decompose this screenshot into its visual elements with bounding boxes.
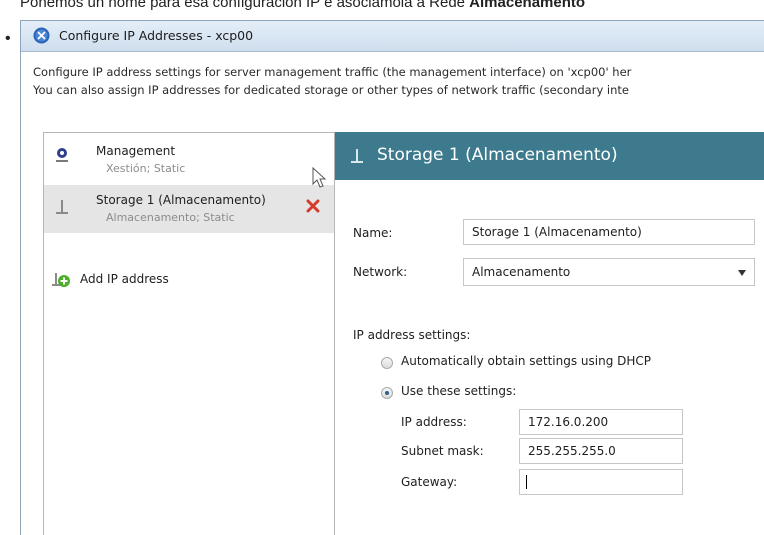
secondary-interface-icon [351,149,363,163]
interface-item-management[interactable]: Management Xestión; Static [44,137,334,185]
chevron-down-icon [738,270,746,276]
mouse-cursor-icon [312,167,327,188]
list-bullet: • [5,30,11,47]
add-ip-address-label: Add IP address [80,272,169,286]
dhcp-radio-label[interactable]: Automatically obtain settings using DHCP [401,354,651,368]
description-line-1: Configure IP address settings for server… [33,65,632,79]
detail-header: Storage 1 (Almacenamento) [335,132,764,180]
interface-list: Management Xestión; Static Storage 1 (Al… [43,132,335,535]
interface-name: Storage 1 (Almacenamento) [96,193,266,207]
app-icon [33,27,50,44]
interface-name: Management [96,144,176,158]
caption-text: Poñemos un nome para esa configuración I… [20,0,470,11]
dialog-title: Configure IP Addresses - xcp00 [59,28,254,43]
ip-address-label: IP address: [401,415,467,429]
gateway-label: Gateway: [401,475,458,489]
text-caret [526,475,527,489]
name-field[interactable]: Storage 1 (Almacenamento) [463,219,755,245]
interface-detail: Almacenamento; Static [106,211,235,224]
network-select[interactable]: Almacenamento [463,258,755,286]
add-icon [52,273,70,287]
gateway-field[interactable] [519,469,683,495]
ip-settings-label: IP address settings: [353,328,471,342]
configure-ip-dialog: Configure IP Addresses - xcp00 Configure… [20,20,764,535]
interface-item-storage-1[interactable]: Storage 1 (Almacenamento) Almacenamento;… [44,185,334,233]
secondary-interface-icon [56,200,68,214]
description-line-2: You can also assign IP addresses for ded… [33,83,629,97]
management-interface-icon [56,148,68,162]
dhcp-radio[interactable] [381,357,393,369]
interface-detail-panel: Storage 1 (Almacenamento) Name: Storage … [335,132,764,535]
delete-icon[interactable] [306,199,320,213]
network-label: Network: [353,265,408,279]
detail-header-title: Storage 1 (Almacenamento) [377,145,618,165]
subnet-mask-field[interactable]: 255.255.255.0 [519,438,683,464]
static-settings-radio-label[interactable]: Use these settings: [401,384,516,398]
dialog-description: Configure IP address settings for server… [33,63,764,99]
network-select-value: Almacenamento [472,265,571,279]
page-caption: Poñemos un nome para esa configuración I… [20,0,764,11]
interface-detail: Xestión; Static [106,162,186,175]
name-label: Name: [353,226,393,240]
static-settings-radio[interactable] [381,387,393,399]
dialog-titlebar: Configure IP Addresses - xcp00 [21,21,764,52]
ip-address-field[interactable]: 172.16.0.200 [519,409,683,435]
subnet-mask-label: Subnet mask: [401,444,484,458]
caption-bold-text: Almacenamento [469,0,586,11]
